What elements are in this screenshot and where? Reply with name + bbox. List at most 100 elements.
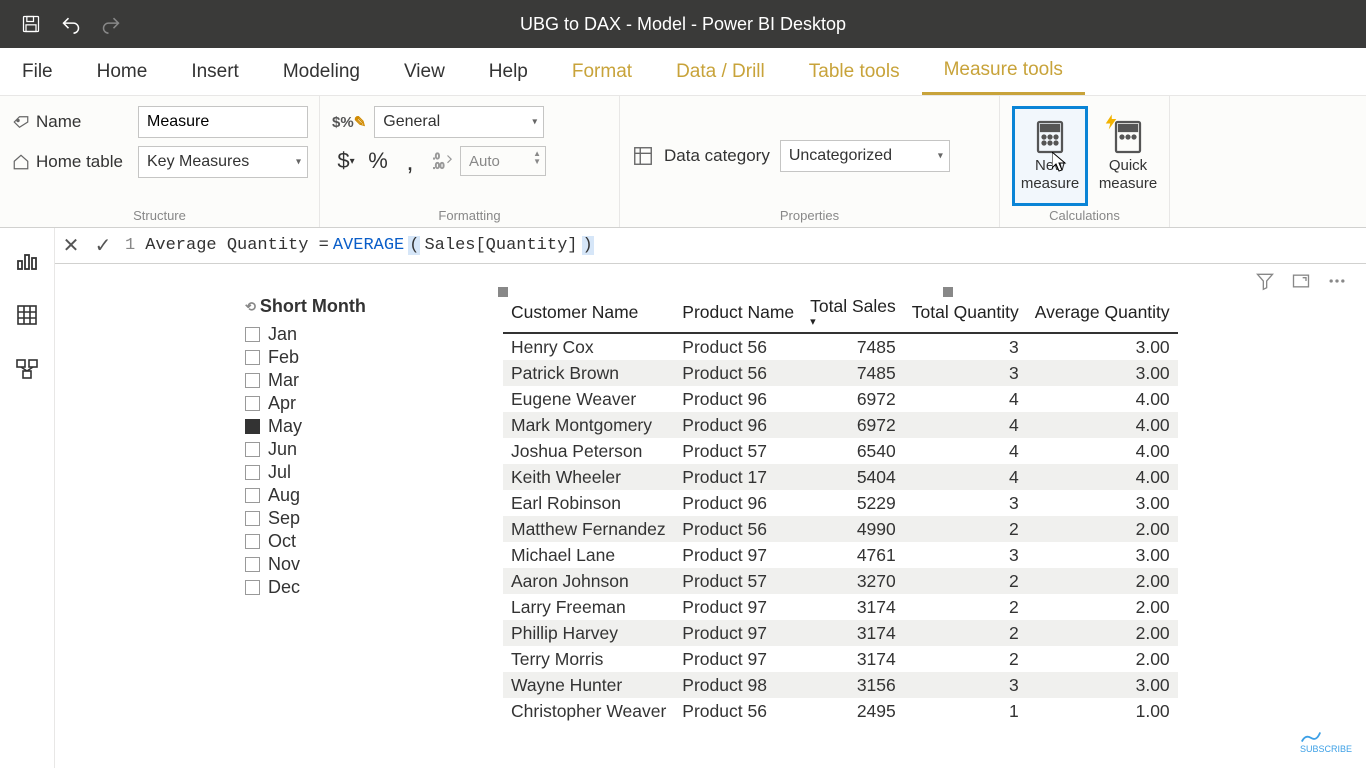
table-row[interactable]: Christopher WeaverProduct 56249511.00 [503, 698, 1178, 724]
calculations-group-label: Calculations [1012, 206, 1157, 225]
data-view-icon[interactable] [14, 302, 40, 328]
checkbox-icon[interactable] [245, 488, 260, 503]
tab-modeling[interactable]: Modeling [261, 48, 382, 95]
slicer-item-nov[interactable]: Nov [245, 553, 445, 576]
table-cell: Christopher Weaver [503, 698, 674, 724]
table-cell: 5404 [802, 464, 904, 490]
slicer-item-label: Sep [268, 508, 300, 529]
table-cell: 2 [904, 568, 1027, 594]
table-row[interactable]: Earl RobinsonProduct 96522933.00 [503, 490, 1178, 516]
undo-icon[interactable] [60, 13, 82, 35]
table-cell: 2 [904, 646, 1027, 672]
table-cell: Wayne Hunter [503, 672, 674, 698]
decimal-icon[interactable]: .0.00 [428, 147, 456, 175]
column-header[interactable]: Customer Name [503, 292, 674, 333]
slicer-item-dec[interactable]: Dec [245, 576, 445, 599]
checkbox-icon[interactable] [245, 373, 260, 388]
table-row[interactable]: Aaron JohnsonProduct 57327022.00 [503, 568, 1178, 594]
slicer-item-jul[interactable]: Jul [245, 461, 445, 484]
table-row[interactable]: Larry FreemanProduct 97317422.00 [503, 594, 1178, 620]
slicer-item-apr[interactable]: Apr [245, 392, 445, 415]
checkbox-icon[interactable] [245, 396, 260, 411]
checkbox-icon[interactable] [245, 350, 260, 365]
table-row[interactable]: Terry MorrisProduct 97317422.00 [503, 646, 1178, 672]
checkbox-icon[interactable] [245, 511, 260, 526]
table-row[interactable]: Phillip HarveyProduct 97317422.00 [503, 620, 1178, 646]
data-table[interactable]: Customer NameProduct NameTotal Sales▾Tot… [503, 292, 1163, 724]
checkbox-icon[interactable] [245, 580, 260, 595]
format-select[interactable]: General▾ [374, 106, 544, 138]
home-table-select[interactable]: Key Measures▾ [138, 146, 308, 178]
quick-measure-button[interactable]: Quick measure [1090, 106, 1166, 206]
slicer-item-label: Mar [268, 370, 299, 391]
table-row[interactable]: Matthew FernandezProduct 56499022.00 [503, 516, 1178, 542]
model-view-icon[interactable] [14, 356, 40, 382]
comma-icon[interactable]: , [396, 147, 424, 175]
tab-format[interactable]: Format [550, 48, 654, 95]
table-cell: Product 96 [674, 490, 802, 516]
data-category-select[interactable]: Uncategorized▾ [780, 140, 950, 172]
table-row[interactable]: Joshua PetersonProduct 57654044.00 [503, 438, 1178, 464]
table-cell: 2 [904, 516, 1027, 542]
decimal-places-input[interactable]: Auto ▲▼ [460, 146, 546, 176]
table-row[interactable]: Michael LaneProduct 97476133.00 [503, 542, 1178, 568]
report-view-icon[interactable] [14, 248, 40, 274]
formula-cancel-icon[interactable]: ✕ [55, 229, 87, 263]
table-cell: 4 [904, 412, 1027, 438]
formula-input[interactable]: 1 Average Quantity = AVERAGE( Sales[Quan… [119, 236, 1366, 255]
tab-data-drill[interactable]: Data / Drill [654, 48, 787, 95]
currency-icon[interactable]: $▾ [332, 147, 360, 175]
table-row[interactable]: Mark MontgomeryProduct 96697244.00 [503, 412, 1178, 438]
column-header[interactable]: Product Name [674, 292, 802, 333]
filter-icon[interactable] [1254, 270, 1276, 292]
slicer-item-sep[interactable]: Sep [245, 507, 445, 530]
formula-accept-icon[interactable]: ✓ [87, 229, 119, 263]
table-row[interactable]: Patrick BrownProduct 56748533.00 [503, 360, 1178, 386]
new-measure-button[interactable]: New measure [1012, 106, 1088, 206]
column-header[interactable]: Total Sales▾ [802, 292, 904, 333]
table-row[interactable]: Wayne HunterProduct 98315633.00 [503, 672, 1178, 698]
tab-home[interactable]: Home [75, 48, 170, 95]
report-canvas[interactable]: ⟲ Short Month JanFebMarAprMayJunJulAugSe… [55, 264, 1366, 768]
save-icon[interactable] [20, 13, 42, 35]
slicer-item-feb[interactable]: Feb [245, 346, 445, 369]
slicer-item-oct[interactable]: Oct [245, 530, 445, 553]
tab-view[interactable]: View [382, 48, 467, 95]
table-row[interactable]: Henry CoxProduct 56748533.00 [503, 333, 1178, 360]
slicer-item-label: Feb [268, 347, 299, 368]
more-options-icon[interactable] [1326, 270, 1348, 292]
table-row[interactable]: Keith WheelerProduct 17540444.00 [503, 464, 1178, 490]
slicer-item-jan[interactable]: Jan [245, 323, 445, 346]
tab-insert[interactable]: Insert [169, 48, 261, 95]
table-cell: Product 97 [674, 620, 802, 646]
table-cell: 1.00 [1027, 698, 1178, 724]
table-cell: Product 57 [674, 438, 802, 464]
checkbox-icon[interactable] [245, 557, 260, 572]
checkbox-icon[interactable] [245, 465, 260, 480]
tab-measure-tools[interactable]: Measure tools [922, 48, 1085, 95]
slicer-item-aug[interactable]: Aug [245, 484, 445, 507]
slicer-item-label: Dec [268, 577, 300, 598]
checkbox-icon[interactable] [245, 327, 260, 342]
focus-mode-icon[interactable] [1290, 270, 1312, 292]
checkbox-icon[interactable] [245, 534, 260, 549]
file-tab[interactable]: File [0, 48, 75, 95]
checkbox-icon[interactable] [245, 419, 260, 434]
redo-icon[interactable] [100, 13, 122, 35]
tab-help[interactable]: Help [467, 48, 550, 95]
table-row[interactable]: Eugene WeaverProduct 96697244.00 [503, 386, 1178, 412]
column-header[interactable]: Average Quantity [1027, 292, 1178, 333]
slicer-item-label: Jun [268, 439, 297, 460]
slicer-item-mar[interactable]: Mar [245, 369, 445, 392]
percent-icon[interactable]: % [364, 147, 392, 175]
name-input[interactable] [138, 106, 308, 138]
column-header[interactable]: Total Quantity [904, 292, 1027, 333]
slicer-item-jun[interactable]: Jun [245, 438, 445, 461]
table-cell: 3 [904, 333, 1027, 360]
slicer-item-may[interactable]: May [245, 415, 445, 438]
checkbox-icon[interactable] [245, 442, 260, 457]
slicer-reset-icon[interactable]: ⟲ [245, 299, 256, 315]
table-cell: 3.00 [1027, 333, 1178, 360]
month-slicer[interactable]: ⟲ Short Month JanFebMarAprMayJunJulAugSe… [245, 296, 445, 599]
tab-table-tools[interactable]: Table tools [787, 48, 922, 95]
